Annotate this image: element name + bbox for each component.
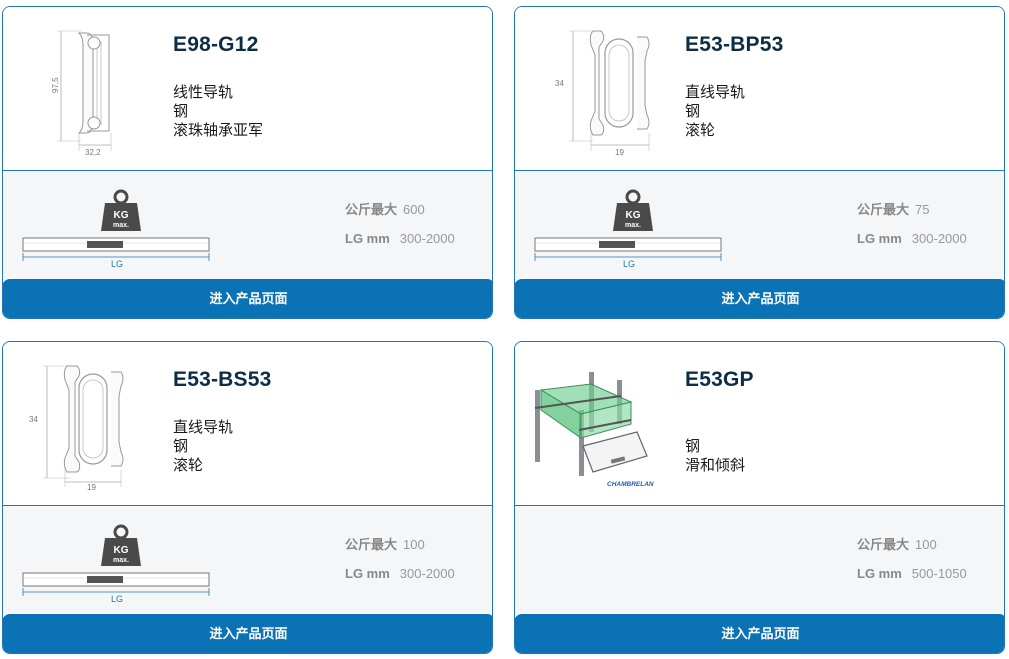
load-diagram: KG max. LG bbox=[534, 189, 722, 269]
feature-item: 钢 bbox=[173, 103, 189, 120]
spec-load-value: 75 bbox=[915, 202, 930, 217]
kg-badge-top: KG bbox=[626, 210, 641, 221]
load-diagram: KG max. LG bbox=[22, 524, 210, 604]
spec-length-value: 300-2000 bbox=[911, 231, 967, 246]
card-header: 34 19 E53-BS53 直线导轨 钢 滚轮 bbox=[3, 342, 492, 505]
kg-badge-bottom: max. bbox=[113, 222, 129, 229]
profile-height-label: 34 bbox=[555, 79, 564, 88]
feature-item: 滚轮 bbox=[685, 122, 716, 139]
spec-load: 公斤最大 100 bbox=[345, 536, 455, 565]
spec-length-value: 300-2000 bbox=[399, 566, 455, 581]
profile-width-label: 19 bbox=[87, 483, 96, 491]
card-header: CHAMBRELAN E53GP 钢 滑和倾斜 bbox=[515, 342, 1004, 505]
product-card-e53-bs53: 34 19 E53-BS53 直线导轨 钢 滚轮 KG max. LG 公斤最大… bbox=[2, 341, 493, 654]
spec-load: 公斤最大 75 bbox=[857, 201, 967, 230]
profile-height-label: 97,5 bbox=[51, 77, 60, 93]
product-page-button[interactable]: 进入产品页面 bbox=[515, 279, 1004, 318]
spec-load-label: 公斤最大 bbox=[345, 537, 398, 552]
spec-length-label: LG mm bbox=[857, 566, 902, 581]
feature-list: 钢 滑和倾斜 bbox=[685, 437, 745, 475]
load-diagram: KG max. LG bbox=[22, 189, 210, 269]
spec-list: 公斤最大 100 LG mm 500-1050 bbox=[857, 536, 967, 594]
spec-load-value: 100 bbox=[915, 537, 937, 552]
feature-item: 滚轮 bbox=[173, 457, 204, 474]
kg-badge-bottom: max. bbox=[113, 557, 129, 564]
card-header: 97,5 32,2 E98-G12 线性导轨 钢 滚珠轴承亚军 bbox=[3, 7, 492, 170]
rail-profile-image: 97,5 32,2 bbox=[51, 30, 112, 156]
lg-diagram-label: LG bbox=[111, 259, 123, 269]
spec-length: LG mm 500-1050 bbox=[857, 565, 967, 594]
spec-load-value: 100 bbox=[403, 537, 425, 552]
spec-length: LG mm 300-2000 bbox=[345, 565, 455, 594]
product-page-button[interactable]: 进入产品页面 bbox=[3, 279, 492, 318]
spec-panel: KG max. LG 公斤最大 75 LG mm 300-2000 bbox=[515, 170, 1004, 280]
spec-load-label: 公斤最大 bbox=[857, 202, 910, 217]
brand-logo: CHAMBRELAN bbox=[607, 481, 654, 488]
spec-load-value: 600 bbox=[403, 202, 425, 217]
product-card-e53gp: CHAMBRELAN E53GP 钢 滑和倾斜 公斤最大 100 LG mm 500… bbox=[514, 341, 1005, 654]
rail-profile-image: 34 19 bbox=[555, 30, 650, 156]
spec-load: 公斤最大 600 bbox=[345, 201, 455, 230]
spec-panel: KG max. LG 公斤最大 600 LG mm 300-2000 bbox=[3, 170, 492, 280]
spec-load-label: 公斤最大 bbox=[857, 537, 910, 552]
feature-list: 直线导轨 钢 滚轮 bbox=[685, 83, 745, 140]
product-page-button[interactable]: 进入产品页面 bbox=[515, 614, 1004, 653]
spec-panel: 公斤最大 100 LG mm 500-1050 bbox=[515, 505, 1004, 615]
product-title: E53-BS53 bbox=[173, 368, 272, 391]
spec-length-value: 300-2000 bbox=[399, 231, 455, 246]
spec-list: 公斤最大 75 LG mm 300-2000 bbox=[857, 201, 967, 259]
tilt-drawer-image: CHAMBRELAN bbox=[534, 372, 654, 488]
feature-item: 直线导轨 bbox=[173, 419, 234, 436]
product-title: E98-G12 bbox=[173, 33, 259, 56]
kg-badge-top: KG bbox=[114, 210, 129, 221]
profile-height-label: 34 bbox=[29, 415, 38, 424]
kg-weight-icon: KG max. bbox=[101, 524, 141, 566]
kg-weight-icon: KG max. bbox=[613, 189, 653, 231]
product-card-e53-bp53: 34 19 E53-BP53 直线导轨 钢 滚轮 KG max. LG 公斤最大… bbox=[514, 6, 1005, 319]
spec-load-label: 公斤最大 bbox=[345, 202, 398, 217]
spec-panel: KG max. LG 公斤最大 100 LG mm 300-2000 bbox=[3, 505, 492, 615]
lg-diagram-label: LG bbox=[111, 594, 123, 604]
feature-list: 线性导轨 钢 滚珠轴承亚军 bbox=[173, 83, 263, 140]
product-card-e98-g12: 97,5 32,2 E98-G12 线性导轨 钢 滚珠轴承亚军 KG max. bbox=[2, 6, 493, 319]
feature-item: 直线导轨 bbox=[685, 84, 746, 101]
feature-item: 滑和倾斜 bbox=[685, 457, 746, 474]
feature-item: 钢 bbox=[173, 438, 189, 455]
feature-item: 滚珠轴承亚军 bbox=[173, 122, 264, 139]
spec-load: 公斤最大 100 bbox=[857, 536, 967, 565]
product-page-button[interactable]: 进入产品页面 bbox=[3, 614, 492, 653]
rail-profile-image: 34 19 bbox=[29, 365, 124, 491]
spec-list: 公斤最大 600 LG mm 300-2000 bbox=[345, 201, 455, 259]
product-title: E53-BP53 bbox=[685, 33, 784, 56]
feature-item: 线性导轨 bbox=[173, 84, 234, 101]
feature-item: 钢 bbox=[685, 103, 701, 120]
spec-length: LG mm 300-2000 bbox=[857, 230, 967, 259]
kg-weight-icon: KG max. bbox=[101, 189, 141, 231]
lg-diagram-label: LG bbox=[623, 259, 635, 269]
kg-badge-bottom: max. bbox=[625, 222, 641, 229]
profile-width-label: 19 bbox=[615, 148, 624, 156]
profile-width-label: 32,2 bbox=[85, 148, 101, 156]
kg-badge-top: KG bbox=[114, 545, 129, 556]
feature-list: 直线导轨 钢 滚轮 bbox=[173, 418, 233, 475]
product-title: E53GP bbox=[685, 368, 754, 391]
card-header: 34 19 E53-BP53 直线导轨 钢 滚轮 bbox=[515, 7, 1004, 170]
spec-list: 公斤最大 100 LG mm 300-2000 bbox=[345, 536, 455, 594]
spec-length-label: LG mm bbox=[345, 231, 390, 246]
feature-item: 钢 bbox=[685, 438, 701, 455]
spec-length-label: LG mm bbox=[345, 566, 390, 581]
spec-length-value: 500-1050 bbox=[911, 566, 967, 581]
spec-length-label: LG mm bbox=[857, 231, 902, 246]
spec-length: LG mm 300-2000 bbox=[345, 230, 455, 259]
